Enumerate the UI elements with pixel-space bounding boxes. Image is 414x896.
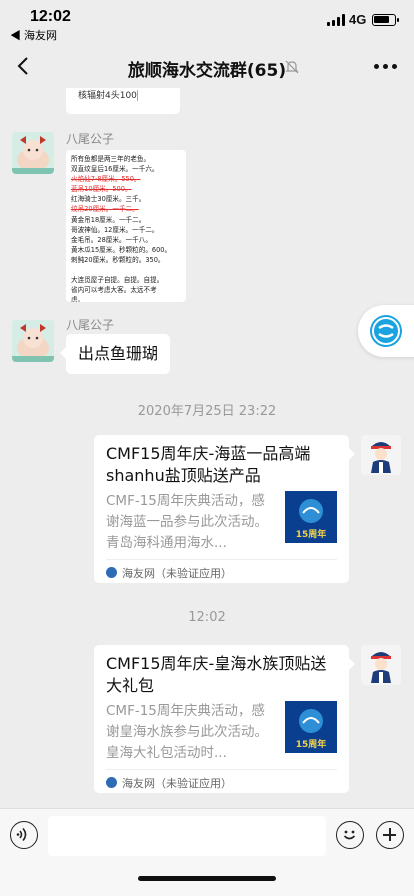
image-text-line: 剌鲀20厘米。秒颗粒的。350。 — [71, 255, 165, 264]
status-time: 12:02 — [30, 8, 71, 25]
chat-title: 旅顺海水交流群(65) — [0, 56, 414, 81]
link-card[interactable]: CMF15周年庆-海蓝一品高端shanhu盐顶贴送产品 CMF-15周年庆典活动… — [94, 435, 355, 583]
image-text-line: 红海骑士30厘米。三千。 — [71, 195, 146, 204]
card-source: 海友网（未验证应用） — [122, 567, 232, 580]
link-card[interactable]: CMF15周年庆-皇海水族顶贴送大礼包 CMF-15周年庆典活动，感谢皇海水族参… — [94, 645, 355, 793]
image-text-line: 虑。 — [71, 296, 85, 302]
avatar[interactable] — [12, 320, 54, 362]
card-description: CMF-15周年庆典活动，感谢皇海水族参与此次活动。皇海大礼包活动时... — [106, 703, 268, 761]
image-text-line: 所有鱼都是两三年的老鱼。 — [71, 155, 151, 163]
text-message-content: 出点鱼珊瑚 — [78, 344, 159, 363]
image-text-line: 省内可以考虑大客。太远不考 — [71, 286, 157, 295]
image-text-line: 火焰仙7-8厘米。550。 — [71, 175, 141, 184]
image-message[interactable]: 所有鱼都是两三年的老鱼。 双直纹皇后16厘米。一千六。 火焰仙7-8厘米。550。蓝… — [66, 150, 186, 302]
chat-header: 旅顺海水交流群(65) — [0, 44, 414, 88]
previous-message-bubble[interactable]: 核辐射4头100 — [66, 88, 180, 114]
timestamp: 2020年7月25日 23:22 — [137, 404, 277, 419]
card-title: CMF15周年庆-皇海水族顶贴送大礼包 — [106, 654, 327, 695]
image-text-line: 蓝吊10厘米。500。 — [71, 185, 132, 194]
card-thumb-label: 15周年 — [296, 738, 327, 750]
source-icon — [106, 777, 117, 788]
image-text-line: 黄木瓜15厘米。秒颗粒的。600。 — [71, 245, 172, 254]
text-message[interactable]: 出点鱼珊瑚 — [60, 334, 171, 374]
previous-message-text: 核辐射4头100 — [78, 91, 137, 101]
card-thumbnail: 15周年 — [285, 701, 337, 753]
emoji-icon[interactable] — [336, 821, 364, 849]
image-text-line: 大连觅屋子自提。自提。自提。 — [71, 276, 164, 285]
image-text-line — [71, 265, 181, 275]
chat-area[interactable]: 核辐射4头100 八尾公子 所有鱼都是两三年的老鱼。 双直纹皇后16厘米。一千六。… — [0, 88, 414, 808]
floating-app-button[interactable] — [358, 305, 414, 357]
card-thumb-label: 15周年 — [296, 528, 327, 540]
status-bar: 12:02 ◀ 海友网 4G — [0, 0, 414, 44]
network-type: 4G — [349, 12, 367, 27]
back-to-app-link[interactable]: ◀ 海友网 — [10, 27, 57, 43]
more-icon[interactable] — [374, 64, 397, 69]
sender-name: 八尾公子 — [66, 132, 115, 146]
image-text-line: 黄金吊18厘米。一千二。 — [71, 215, 146, 224]
card-source: 海友网（未验证应用） — [122, 777, 232, 790]
input-bar — [0, 808, 414, 896]
plus-icon[interactable] — [376, 821, 404, 849]
image-text-line: 哥波神仙。12厘米。一千二。 — [71, 225, 159, 234]
timestamp: 12:02 — [188, 610, 226, 625]
image-text-line: 金毛吊。28厘米。一千八。 — [71, 235, 152, 244]
chat-title-text: 旅顺海水交流群(65) — [127, 61, 287, 81]
voice-icon[interactable] — [10, 821, 38, 849]
avatar[interactable] — [361, 435, 401, 475]
mute-icon — [285, 60, 299, 74]
message-input[interactable] — [48, 816, 326, 856]
image-text-line: 纹吊20厘米。一千二。 — [71, 205, 139, 214]
home-indicator — [138, 876, 276, 881]
card-title: CMF15周年庆-海蓝一品高端shanhu盐顶贴送产品 — [106, 444, 311, 485]
card-thumbnail: 15周年 — [285, 491, 337, 543]
sender-name: 八尾公子 — [66, 318, 115, 332]
battery-icon — [372, 14, 399, 26]
card-description: CMF-15周年庆典活动，感谢海蓝一品参与此次活动。青岛海科通用海水... — [106, 493, 268, 551]
floating-app-icon — [370, 315, 402, 347]
signal-icon — [327, 14, 345, 26]
source-icon — [106, 567, 117, 578]
avatar[interactable] — [12, 132, 54, 174]
avatar[interactable] — [361, 645, 401, 685]
image-text-line: 双直纹皇后16厘米。一千六。 — [71, 165, 159, 174]
